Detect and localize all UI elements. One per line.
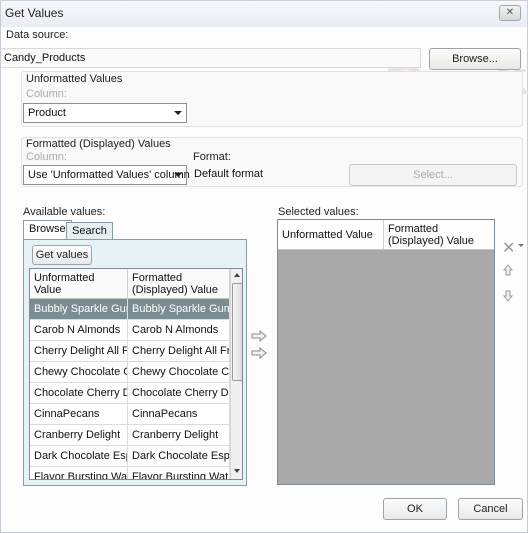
cell-formatted: Chocolate Cherry D...	[128, 383, 230, 404]
data-source-label: Data source:	[6, 29, 69, 41]
select-format-button[interactable]: Select...	[349, 164, 517, 186]
window-title: Get Values	[5, 6, 64, 20]
selected-values-label: Selected values:	[278, 206, 359, 218]
title-bar: Get Values ✕	[1, 1, 527, 27]
cell-unformatted: Carob N Almonds	[30, 320, 128, 341]
cell-unformatted: CinnaPecans	[30, 404, 128, 425]
format-field: Default format	[191, 165, 341, 185]
cell-formatted: Cherry Delight All Fruit	[128, 341, 230, 362]
close-icon: ✕	[505, 7, 515, 18]
selected-grid-header: Unformatted Value Formatted (Displayed) …	[278, 220, 494, 250]
table-row[interactable]: Flavor Bursting Wat...Flavor Bursting Wa…	[30, 467, 230, 479]
tab-search[interactable]: Search	[66, 222, 113, 240]
get-values-dialog: DropBooks Get Values ✕ Data source: Cand…	[0, 0, 528, 533]
format-value: Default format	[194, 168, 264, 180]
column-header-label: Formatted (Displayed) Value	[388, 223, 475, 247]
cancel-button[interactable]: Cancel	[458, 498, 523, 520]
format-label: Format:	[193, 151, 231, 163]
double-arrow-right-icon[interactable]	[251, 347, 267, 359]
cell-formatted: Dark Chocolate Esp...	[128, 446, 230, 467]
available-scrollbar[interactable]	[230, 269, 242, 479]
scrollbar-thumb[interactable]	[232, 283, 242, 381]
scroll-down-icon[interactable]	[234, 469, 240, 473]
close-button[interactable]: ✕	[499, 5, 521, 21]
unformatted-column-select[interactable]: Product	[23, 103, 187, 123]
cell-formatted: Cranberry Delight	[128, 425, 230, 446]
table-row[interactable]: Cherry Delight All FruitCherry Delight A…	[30, 341, 230, 362]
cell-unformatted: Dark Chocolate Esp...	[30, 446, 128, 467]
tab-browse[interactable]: Browse	[23, 220, 72, 240]
arrow-down-icon[interactable]	[503, 290, 513, 302]
table-row[interactable]: Bubbly Sparkle Gum Bubbly Sparkle Gum	[30, 299, 230, 320]
unformatted-column-value: Product	[28, 107, 66, 119]
cell-unformatted: Flavor Bursting Wat...	[30, 467, 128, 479]
table-row[interactable]: CinnaPecans CinnaPecans	[30, 404, 230, 425]
column-header-formatted[interactable]: Formatted (Displayed) Value	[384, 220, 494, 250]
table-row[interactable]: Dark Chocolate Esp...Dark Chocolate Esp.…	[30, 446, 230, 467]
cell-formatted: CinnaPecans	[128, 404, 230, 425]
remove-x-icon[interactable]: ✕	[502, 238, 515, 258]
arrow-up-icon[interactable]	[503, 264, 513, 276]
data-source-value: Candy_Products	[4, 52, 86, 64]
chevron-down-icon	[174, 173, 182, 177]
ok-button[interactable]: OK	[383, 498, 447, 520]
selected-values-grid: Unformatted Value Formatted (Displayed) …	[277, 219, 495, 485]
cell-formatted: Carob N Almonds	[128, 320, 230, 341]
column-header-label: Unformatted Value	[282, 229, 373, 241]
cell-formatted: Bubbly Sparkle Gum	[128, 299, 230, 320]
cell-formatted: Chewy Chocolate C...	[128, 362, 230, 383]
column-header-label: Unformatted Value	[34, 272, 95, 296]
available-values-label: Available values:	[23, 206, 106, 218]
table-row[interactable]: Carob N Almonds Carob N Almonds	[30, 320, 230, 341]
cell-unformatted: Cranberry Delight	[30, 425, 128, 446]
get-values-button[interactable]: Get values	[32, 245, 92, 265]
unformatted-values-label: Unformatted Values	[26, 73, 123, 85]
scroll-up-icon[interactable]	[234, 273, 240, 277]
arrow-right-icon[interactable]	[251, 330, 267, 342]
column-header-unformatted[interactable]: Unformatted Value	[278, 220, 384, 250]
cell-unformatted: Bubbly Sparkle Gum	[30, 299, 128, 320]
table-row[interactable]: Cranberry Delight Cranberry Delight	[30, 425, 230, 446]
formatted-values-label: Formatted (Displayed) Values	[26, 138, 171, 150]
cell-unformatted: Chewy Chocolate C...	[30, 362, 128, 383]
browse-panel: Get values Unformatted Value Formatted (…	[23, 239, 247, 486]
data-source-field: Candy_Products	[1, 48, 421, 68]
formatted-column-select[interactable]: Use 'Unformatted Values' column	[23, 165, 190, 185]
cell-unformatted: Chocolate Cherry D...	[30, 383, 128, 404]
cell-formatted: Flavor Bursting Wat...	[128, 467, 230, 479]
unformatted-column-label: Column:	[26, 88, 67, 100]
formatted-column-value: Use 'Unformatted Values' column	[28, 169, 190, 181]
available-values-grid: Unformatted Value Formatted (Displayed) …	[29, 268, 243, 480]
chevron-down-icon[interactable]	[518, 244, 524, 247]
available-grid-header: Unformatted Value Formatted (Displayed) …	[30, 269, 230, 299]
cell-unformatted: Cherry Delight All Fruit	[30, 341, 128, 362]
formatted-column-label: Column:	[26, 151, 67, 163]
table-row[interactable]: Chewy Chocolate C...Chewy Chocolate C...	[30, 362, 230, 383]
column-header-formatted[interactable]: Formatted (Displayed) Value	[128, 269, 230, 299]
column-header-unformatted[interactable]: Unformatted Value	[30, 269, 128, 299]
browse-button[interactable]: Browse...	[429, 48, 521, 70]
chevron-down-icon	[174, 111, 182, 115]
table-row[interactable]: Chocolate Cherry D...Chocolate Cherry D.…	[30, 383, 230, 404]
selected-actions: ✕	[499, 238, 527, 308]
column-header-label: Formatted (Displayed) Value	[132, 272, 219, 296]
